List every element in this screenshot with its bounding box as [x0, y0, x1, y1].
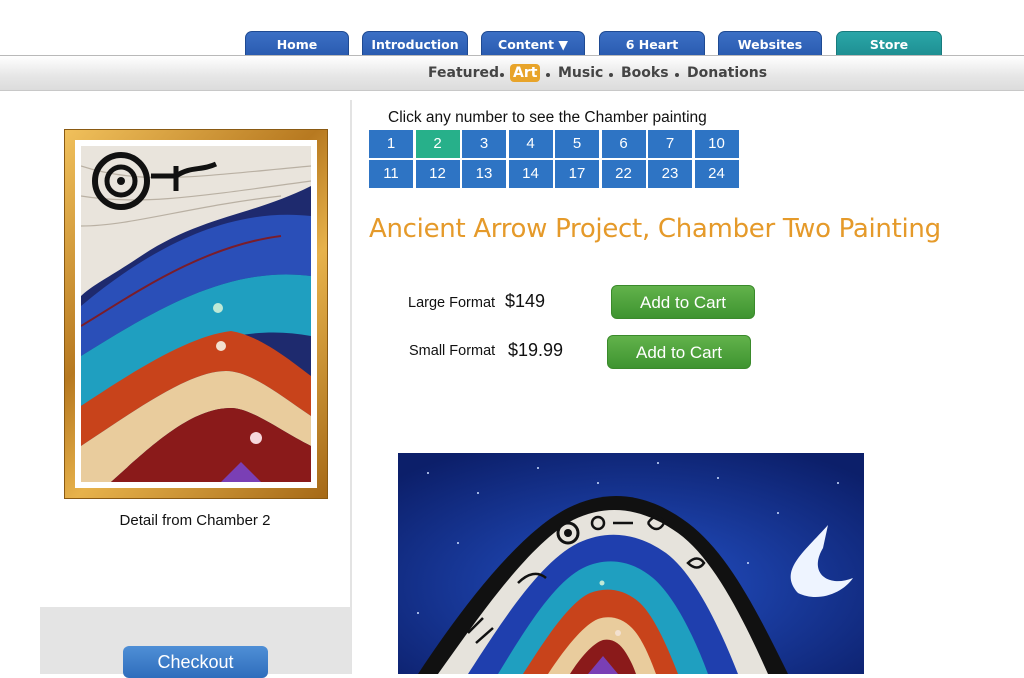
- add-to-cart-large-button[interactable]: Add to Cart: [611, 285, 755, 319]
- page-title: Ancient Arrow Project, Chamber Two Paint…: [369, 214, 941, 244]
- checkout-button[interactable]: Checkout: [123, 646, 268, 678]
- chamber-number-2[interactable]: 2: [415, 130, 460, 158]
- chamber-number-17[interactable]: 17: [555, 160, 599, 188]
- tab-introduction[interactable]: Introduction: [362, 31, 468, 56]
- large-format-price: $149: [505, 291, 546, 311]
- separator-dot: [546, 73, 550, 77]
- chamber-number-1[interactable]: 1: [369, 130, 413, 158]
- top-navigation: Home Introduction Content ▼ 6 Heart Virt…: [0, 0, 1024, 77]
- painting-detail-image: [80, 146, 312, 482]
- tab-websites[interactable]: Websites: [718, 31, 822, 56]
- separator-dot: [500, 73, 504, 77]
- separator-dot: [675, 73, 679, 77]
- subnav-music[interactable]: Music: [558, 65, 603, 81]
- framed-painting-detail: [64, 129, 328, 499]
- tab-home[interactable]: Home: [245, 31, 349, 56]
- chamber-number-7[interactable]: 7: [648, 130, 692, 158]
- chamber-painting-image: [398, 453, 864, 674]
- chamber-number-4[interactable]: 4: [508, 130, 553, 158]
- chamber-number-24[interactable]: 24: [694, 160, 739, 188]
- subnav-books[interactable]: Books: [621, 65, 669, 81]
- separator-dot: [609, 73, 613, 77]
- instruction-text: Click any number to see the Chamber pain…: [388, 109, 707, 126]
- chamber-number-14[interactable]: 14: [508, 160, 553, 188]
- subnav-featured[interactable]: Featured: [428, 65, 499, 81]
- chamber-number-3[interactable]: 3: [462, 130, 506, 158]
- chamber-number-11[interactable]: 11: [369, 160, 413, 188]
- column-divider: [350, 100, 352, 674]
- chamber-number-5[interactable]: 5: [555, 130, 599, 158]
- chamber-number-23[interactable]: 23: [648, 160, 692, 188]
- chamber-number-6[interactable]: 6: [601, 130, 646, 158]
- small-format-label: Small Format: [409, 343, 496, 359]
- subnav-donations[interactable]: Donations: [687, 65, 767, 81]
- add-to-cart-small-button[interactable]: Add to Cart: [607, 335, 751, 369]
- chamber-number-13[interactable]: 13: [462, 160, 506, 188]
- chamber-number-10[interactable]: 10: [694, 130, 739, 158]
- chamber-number-22[interactable]: 22: [601, 160, 646, 188]
- chamber-number-12[interactable]: 12: [415, 160, 460, 188]
- subnav-art[interactable]: Art: [510, 64, 541, 82]
- small-format-price: $19.99: [508, 340, 564, 360]
- tab-6-heart-virtues[interactable]: 6 Heart Virtues: [599, 31, 705, 77]
- painting-caption: Detail from Chamber 2: [119, 512, 271, 529]
- tab-content[interactable]: Content ▼: [481, 31, 585, 56]
- tab-store[interactable]: Store: [836, 31, 942, 56]
- sub-navigation: Featured Art Music Books Donations: [0, 55, 1024, 91]
- large-format-label: Large Format: [408, 295, 496, 311]
